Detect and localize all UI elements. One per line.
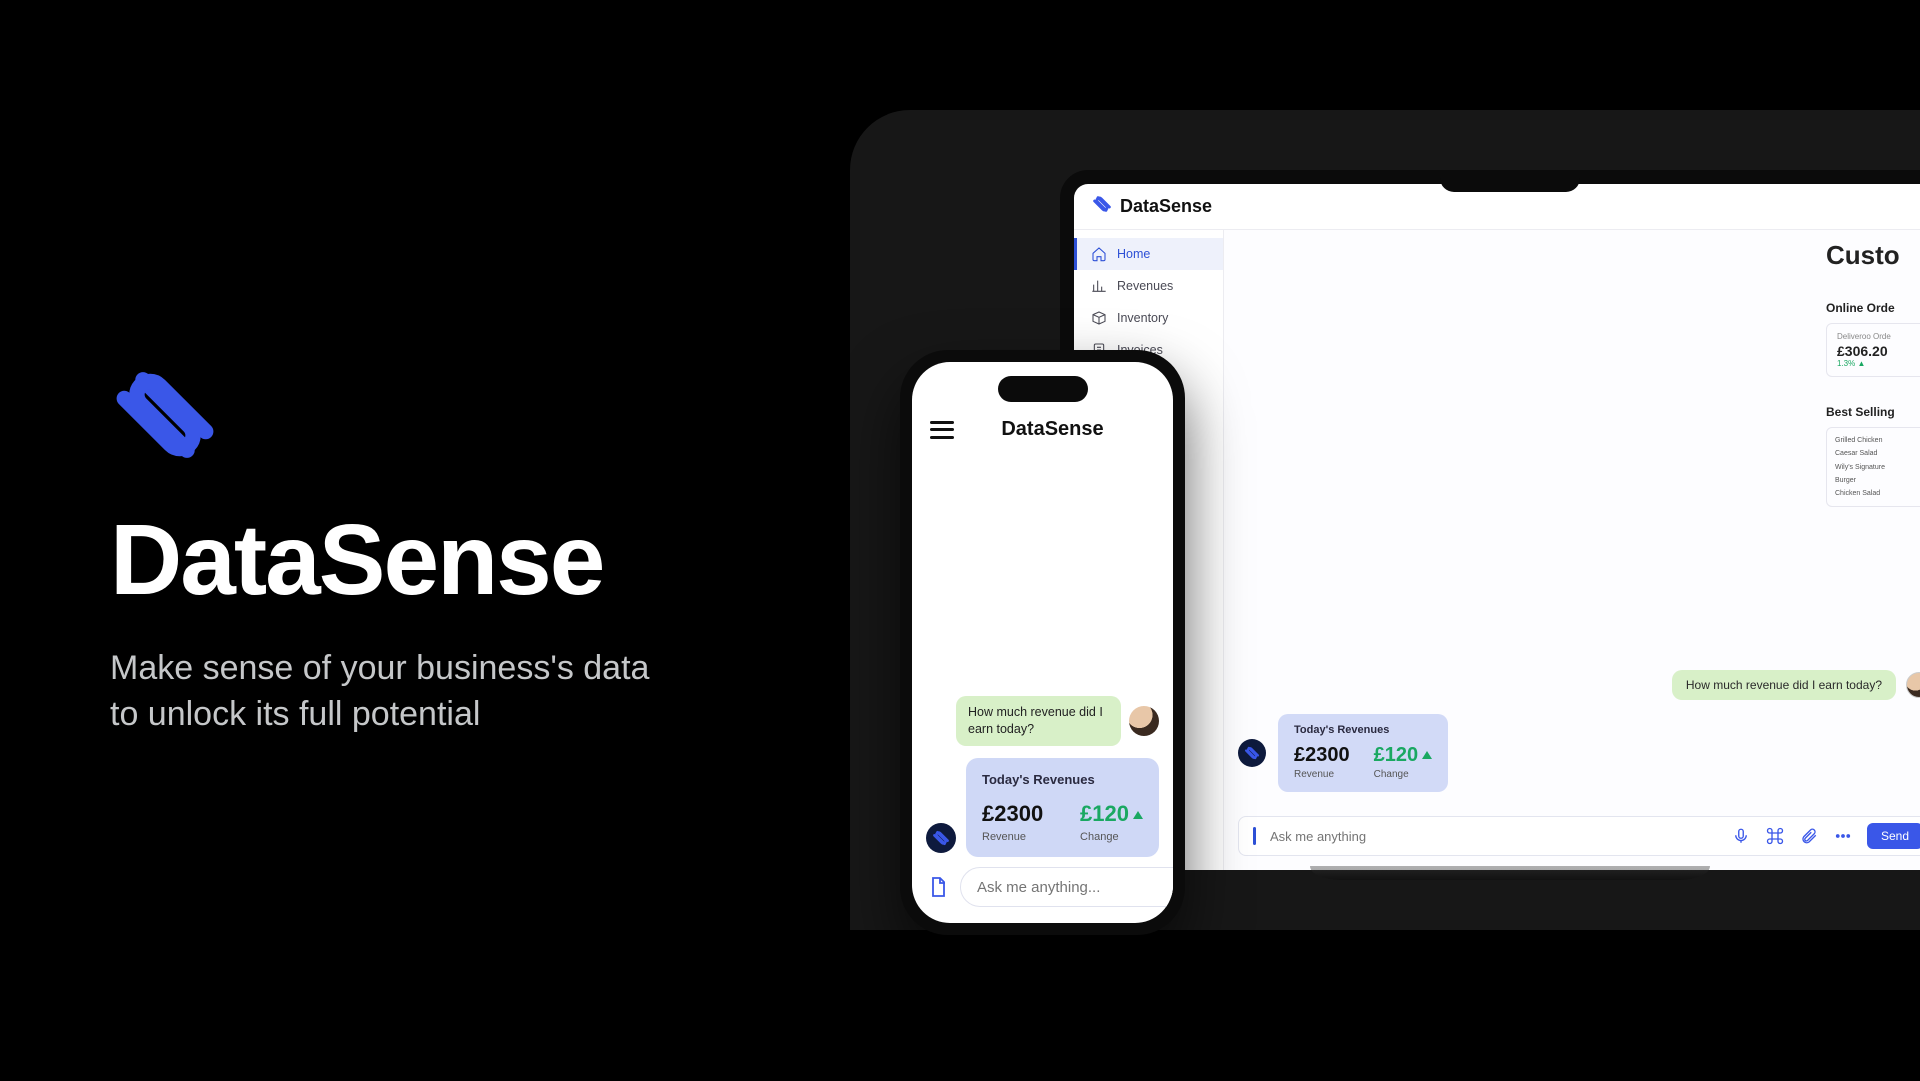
- user-message-bubble: How much revenue did I earn today?: [1672, 670, 1896, 700]
- card-caption: Deliveroo Orde: [1837, 332, 1920, 341]
- user-message-bubble: How much revenue did I earn today?: [956, 696, 1121, 746]
- more-icon[interactable]: [1833, 826, 1853, 846]
- hero-title: DataSense: [110, 510, 830, 610]
- bot-avatar-icon[interactable]: [926, 823, 956, 853]
- online-orders-card[interactable]: Deliveroo Orde £306.20 1.3% ▲: [1826, 323, 1920, 377]
- home-icon: [1091, 246, 1107, 262]
- sidebar-item-label: Inventory: [1117, 311, 1168, 325]
- hero-subtitle-line1: Make sense of your business's data: [110, 649, 649, 687]
- phone-mockup: DataSense How much revenue did I earn to…: [900, 350, 1185, 935]
- phone-island: [998, 376, 1088, 402]
- sidebar-item-label: Home: [1117, 247, 1150, 261]
- chat-area: How much revenue did I earn today? Today…: [1238, 670, 1920, 856]
- card-delta: 1.3% ▲: [1837, 359, 1920, 368]
- chat-area: How much revenue did I earn today? Today…: [926, 696, 1159, 857]
- user-avatar-icon[interactable]: [1129, 706, 1159, 736]
- revenue-label: Revenue: [1294, 769, 1350, 780]
- attachment-icon[interactable]: [1799, 826, 1819, 846]
- laptop-base: [1310, 866, 1710, 880]
- app-title: DataSense: [1120, 196, 1212, 217]
- laptop-mockup: DataSense Home Revenues: [1060, 170, 1920, 890]
- hero-subtitle-line2: to unlock its full potential: [110, 695, 480, 733]
- revenue-card-title: Today's Revenues: [982, 772, 1143, 787]
- dashboard-heading: Custo: [1826, 240, 1920, 271]
- document-icon[interactable]: [926, 871, 950, 903]
- dashboard-panel: Custo Online Orde Deliveroo Orde £306.20…: [1826, 240, 1920, 507]
- bot-avatar-icon[interactable]: [1238, 739, 1266, 767]
- send-button[interactable]: Send: [1867, 823, 1920, 849]
- sidebar-item-home[interactable]: Home: [1074, 238, 1223, 270]
- mic-icon[interactable]: [1731, 826, 1751, 846]
- hero-subtitle: Make sense of your business's data to un…: [110, 646, 830, 738]
- change-value: £120: [1080, 801, 1143, 827]
- trend-up-icon: [1133, 811, 1143, 819]
- phone-screen: DataSense How much revenue did I earn to…: [912, 362, 1173, 923]
- revenue-value: £2300: [982, 801, 1043, 827]
- chart-icon: [1091, 278, 1107, 294]
- chat-input[interactable]: [977, 879, 1173, 896]
- bot-reply-row: Today's Revenues £2300 Revenue £120: [1238, 714, 1920, 792]
- list-item: Chicken Salad: [1835, 487, 1920, 500]
- chat-input-field[interactable]: [960, 867, 1173, 907]
- app-title: DataSense: [950, 418, 1155, 441]
- list-item: Burger: [1835, 474, 1920, 487]
- device-stage: DataSense Home Revenues: [850, 110, 1920, 930]
- bot-reply-row: Today's Revenues £2300 Revenue £120 Chan…: [926, 758, 1159, 857]
- list-item: Grilled Chicken: [1835, 434, 1920, 447]
- sidebar-item-revenues[interactable]: Revenues: [1074, 270, 1223, 302]
- chat-input[interactable]: [1270, 829, 1717, 844]
- box-icon: [1091, 310, 1107, 326]
- hero: DataSense Make sense of your business's …: [110, 360, 830, 738]
- brand-logo-icon: [110, 360, 220, 470]
- best-selling-heading: Best Selling: [1826, 405, 1920, 419]
- revenue-label: Revenue: [982, 831, 1043, 843]
- trend-up-icon: [1422, 751, 1432, 759]
- input-caret-indicator: [1253, 827, 1256, 845]
- chat-input-row: [926, 867, 1159, 907]
- online-orders-heading: Online Orde: [1826, 301, 1920, 315]
- list-item: Wily's Signature: [1835, 461, 1920, 474]
- revenue-value: £2300: [1294, 744, 1350, 767]
- user-message-row: How much revenue did I earn today?: [926, 696, 1159, 746]
- chat-input-row: Send: [1238, 816, 1920, 856]
- revenue-card[interactable]: Today's Revenues £2300 Revenue £120 Chan…: [966, 758, 1159, 857]
- main-panel: Custo Online Orde Deliveroo Orde £306.20…: [1224, 230, 1920, 870]
- change-label: Change: [1080, 831, 1143, 843]
- sidebar-item-label: Revenues: [1117, 279, 1173, 293]
- change-label: Change: [1374, 769, 1433, 780]
- revenue-card-title: Today's Revenues: [1294, 724, 1432, 736]
- user-message-row: How much revenue did I earn today?: [1238, 670, 1920, 700]
- best-selling-list: Grilled Chicken Caesar Salad Wily's Sign…: [1826, 427, 1920, 507]
- user-avatar-icon[interactable]: [1906, 672, 1920, 698]
- revenue-card[interactable]: Today's Revenues £2300 Revenue £120: [1278, 714, 1448, 792]
- list-item: Caesar Salad: [1835, 447, 1920, 460]
- command-icon[interactable]: [1765, 826, 1785, 846]
- laptop-screen: DataSense Home Revenues: [1074, 184, 1920, 870]
- card-value: £306.20: [1837, 343, 1920, 359]
- laptop-notch: [1440, 170, 1580, 192]
- change-value: £120: [1374, 744, 1433, 767]
- sidebar-item-inventory[interactable]: Inventory: [1074, 302, 1223, 334]
- brand-logo-icon: [1092, 194, 1112, 219]
